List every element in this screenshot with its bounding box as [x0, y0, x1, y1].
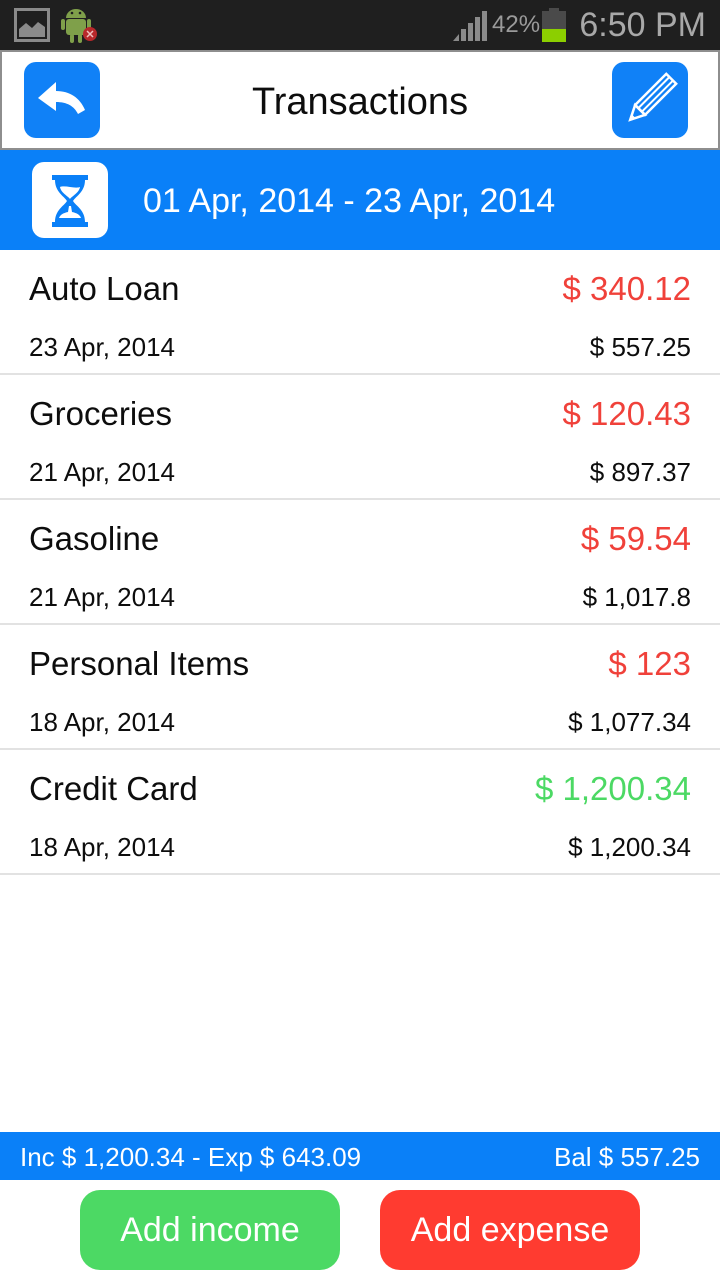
summary-bar: Inc $ 1,200.34 - Exp $ 643.09 Bal $ 557.…: [0, 1132, 720, 1180]
edit-button[interactable]: [612, 62, 688, 138]
android-debug-icon: [58, 5, 100, 45]
date-range-button[interactable]: [32, 162, 108, 238]
status-bar: 42% 6:50 PM: [0, 0, 720, 50]
transaction-list: Auto Loan $ 340.12 23 Apr, 2014 $ 557.25…: [0, 250, 720, 875]
running-balance: $ 1,017.8: [582, 582, 691, 612]
battery-icon: [542, 8, 566, 42]
transaction-row[interactable]: Auto Loan $ 340.12 23 Apr, 2014 $ 557.25: [0, 250, 720, 375]
transaction-date: 18 Apr, 2014: [29, 832, 176, 862]
battery-percent: 42%: [492, 11, 541, 38]
transaction-name: Auto Loan: [29, 270, 180, 307]
transaction-date: 21 Apr, 2014: [29, 582, 176, 612]
transaction-row[interactable]: Personal Items $ 123 18 Apr, 2014 $ 1,07…: [0, 625, 720, 750]
running-balance: $ 1,200.34: [568, 832, 691, 862]
income-expense-summary: Inc $ 1,200.34 - Exp $ 643.09: [20, 1142, 362, 1172]
page-title: Transactions: [251, 81, 469, 123]
transaction-amount: $ 340.12: [562, 270, 691, 307]
transaction-amount: $ 123: [608, 645, 691, 682]
running-balance: $ 1,077.34: [568, 707, 691, 737]
transaction-amount: $ 59.54: [580, 520, 691, 557]
transaction-name: Groceries: [29, 395, 173, 432]
signal-icon: [452, 10, 488, 42]
running-balance: $ 557.25: [589, 332, 691, 362]
transaction-name: Personal Items: [29, 645, 250, 682]
transaction-date: 18 Apr, 2014: [29, 707, 176, 737]
transaction-date: 23 Apr, 2014: [29, 332, 176, 362]
date-range-text: 01 Apr, 2014 - 23 Apr, 2014: [143, 182, 556, 220]
app-header: Transactions: [0, 50, 720, 150]
pencil-icon: [628, 72, 678, 122]
add-expense-button[interactable]: Add expense: [380, 1190, 640, 1270]
balance-summary: Bal $ 557.25: [553, 1142, 700, 1172]
transaction-row[interactable]: Groceries $ 120.43 21 Apr, 2014 $ 897.37: [0, 375, 720, 500]
transaction-amount: $ 120.43: [562, 395, 691, 432]
running-balance: $ 897.37: [589, 457, 691, 487]
transaction-row[interactable]: Gasoline $ 59.54 21 Apr, 2014 $ 1,017.8: [0, 500, 720, 625]
add-income-button[interactable]: Add income: [80, 1190, 340, 1270]
transaction-amount: $ 1,200.34: [535, 770, 691, 807]
date-range-bar[interactable]: 01 Apr, 2014 - 23 Apr, 2014: [0, 150, 720, 250]
transaction-name: Credit Card: [29, 770, 198, 807]
gallery-icon: [14, 8, 50, 42]
clock: 6:50 PM: [579, 6, 706, 44]
transaction-date: 21 Apr, 2014: [29, 457, 176, 487]
transaction-row[interactable]: Credit Card $ 1,200.34 18 Apr, 2014 $ 1,…: [0, 750, 720, 875]
transaction-name: Gasoline: [29, 520, 160, 557]
hourglass-icon: [52, 175, 88, 227]
